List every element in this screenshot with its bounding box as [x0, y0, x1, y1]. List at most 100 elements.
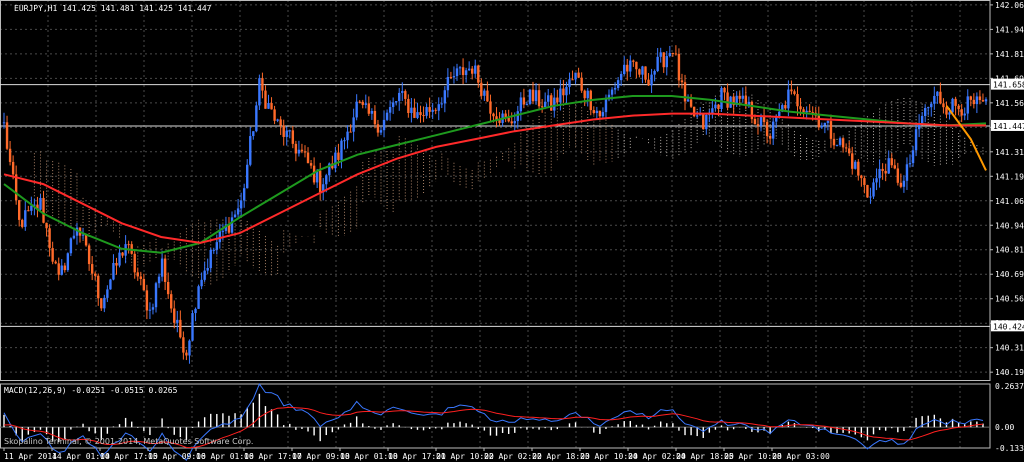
- candle-body: [574, 72, 577, 80]
- macd-main-line: [3, 382, 984, 461]
- candle-body: [623, 64, 626, 75]
- candle-body: [677, 53, 681, 81]
- candle-body: [638, 69, 641, 75]
- candle-body: [826, 121, 830, 123]
- candle-body: [45, 222, 48, 229]
- candle-body: [249, 136, 252, 165]
- candle-body: [714, 104, 717, 109]
- candle-body: [765, 121, 769, 136]
- candle-body: [346, 131, 349, 141]
- moving-averages: [3, 95, 987, 254]
- candle-body: [550, 95, 553, 111]
- y-tick-label: 141.940: [995, 25, 1024, 34]
- candle-body: [233, 214, 237, 218]
- candle-body: [42, 197, 45, 223]
- candle-body: [662, 52, 665, 68]
- candle-body: [440, 103, 443, 105]
- candle-body: [930, 103, 933, 108]
- candle-body: [534, 90, 538, 102]
- candle-body: [680, 80, 684, 83]
- candle-body: [394, 101, 398, 103]
- candle-body: [373, 110, 377, 125]
- candle-body: [63, 265, 67, 271]
- candle-body: [647, 79, 650, 86]
- candle-body: [291, 130, 295, 144]
- candle-body: [273, 109, 276, 121]
- candle-body: [464, 70, 468, 76]
- candle-body: [756, 124, 760, 126]
- candle-body: [87, 245, 91, 265]
- candle-body: [179, 319, 182, 338]
- symbol-header: EURJPY,H1 141.425 141.481 141.425 141.44…: [14, 4, 212, 13]
- candle-body: [437, 104, 440, 111]
- candle-body: [343, 140, 346, 142]
- candle-body: [626, 64, 629, 72]
- candle-body: [367, 103, 371, 114]
- candle-body: [981, 100, 985, 102]
- candle-body: [446, 76, 450, 91]
- candle-body: [619, 74, 623, 81]
- candle-body: [705, 114, 708, 130]
- level-price-label: 141.447: [993, 122, 1024, 131]
- candle-body: [984, 99, 988, 102]
- candle-body: [817, 115, 820, 128]
- candle-body: [170, 294, 173, 309]
- candle-body: [559, 88, 562, 103]
- candle-body: [200, 279, 203, 287]
- candle-body: [683, 82, 687, 102]
- candle-body: [808, 110, 811, 113]
- candle-body: [477, 65, 480, 83]
- candle-body: [717, 104, 720, 109]
- y-tick-label: 140.815: [995, 246, 1024, 255]
- candle-body: [629, 60, 632, 72]
- candle-body: [139, 276, 143, 279]
- candle-body: [428, 107, 431, 112]
- candle-body: [847, 148, 851, 154]
- candle-body: [21, 219, 24, 227]
- candle-body: [151, 307, 155, 310]
- candle-body: [784, 105, 787, 109]
- candle-body: [407, 98, 410, 114]
- y-tick-label: 140.190: [995, 368, 1024, 377]
- candle-body: [173, 308, 176, 323]
- candle-body: [480, 82, 483, 96]
- candle-body: [364, 103, 367, 105]
- candle-body: [127, 244, 130, 246]
- candle-body: [911, 150, 915, 164]
- candle-body: [8, 148, 12, 162]
- candle-body: [27, 210, 30, 212]
- y-tick-label: 141.065: [995, 197, 1024, 206]
- macd-header: MACD(12,26,9) -0.0251 -0.0515 0.0265: [4, 386, 178, 395]
- candle-body: [176, 319, 179, 323]
- y-tick-label: 141.190: [995, 172, 1024, 181]
- macd-tick-label: 0.00: [995, 423, 1014, 432]
- candle-body: [182, 337, 185, 353]
- candle-body: [51, 248, 54, 262]
- candle-body: [665, 56, 668, 68]
- candle-body: [115, 263, 118, 266]
- candle-body: [109, 279, 112, 290]
- candle-body: [689, 99, 693, 107]
- candle-body: [337, 152, 340, 160]
- candle-body: [69, 238, 73, 254]
- candle-body: [893, 165, 896, 169]
- candle-body: [166, 281, 170, 295]
- candle-body: [2, 122, 6, 124]
- candle-body: [516, 111, 520, 122]
- candle-body: [154, 283, 158, 308]
- candle-body: [492, 113, 495, 117]
- candle-body: [97, 275, 100, 299]
- candle-body: [422, 115, 425, 117]
- candle-body: [920, 116, 924, 124]
- candle-body: [148, 309, 152, 311]
- candle-body: [838, 138, 842, 145]
- candle-body: [252, 131, 255, 137]
- candle-body: [90, 264, 94, 274]
- candle-body: [57, 263, 60, 275]
- candle-body: [194, 308, 197, 314]
- candlesticks: [2, 45, 988, 364]
- candle-body: [267, 103, 270, 109]
- price-chart[interactable]: 142.065141.940141.815141.690141.565141.4…: [0, 0, 1024, 462]
- y-tick-label: 141.815: [995, 50, 1024, 59]
- candle-body: [741, 95, 744, 99]
